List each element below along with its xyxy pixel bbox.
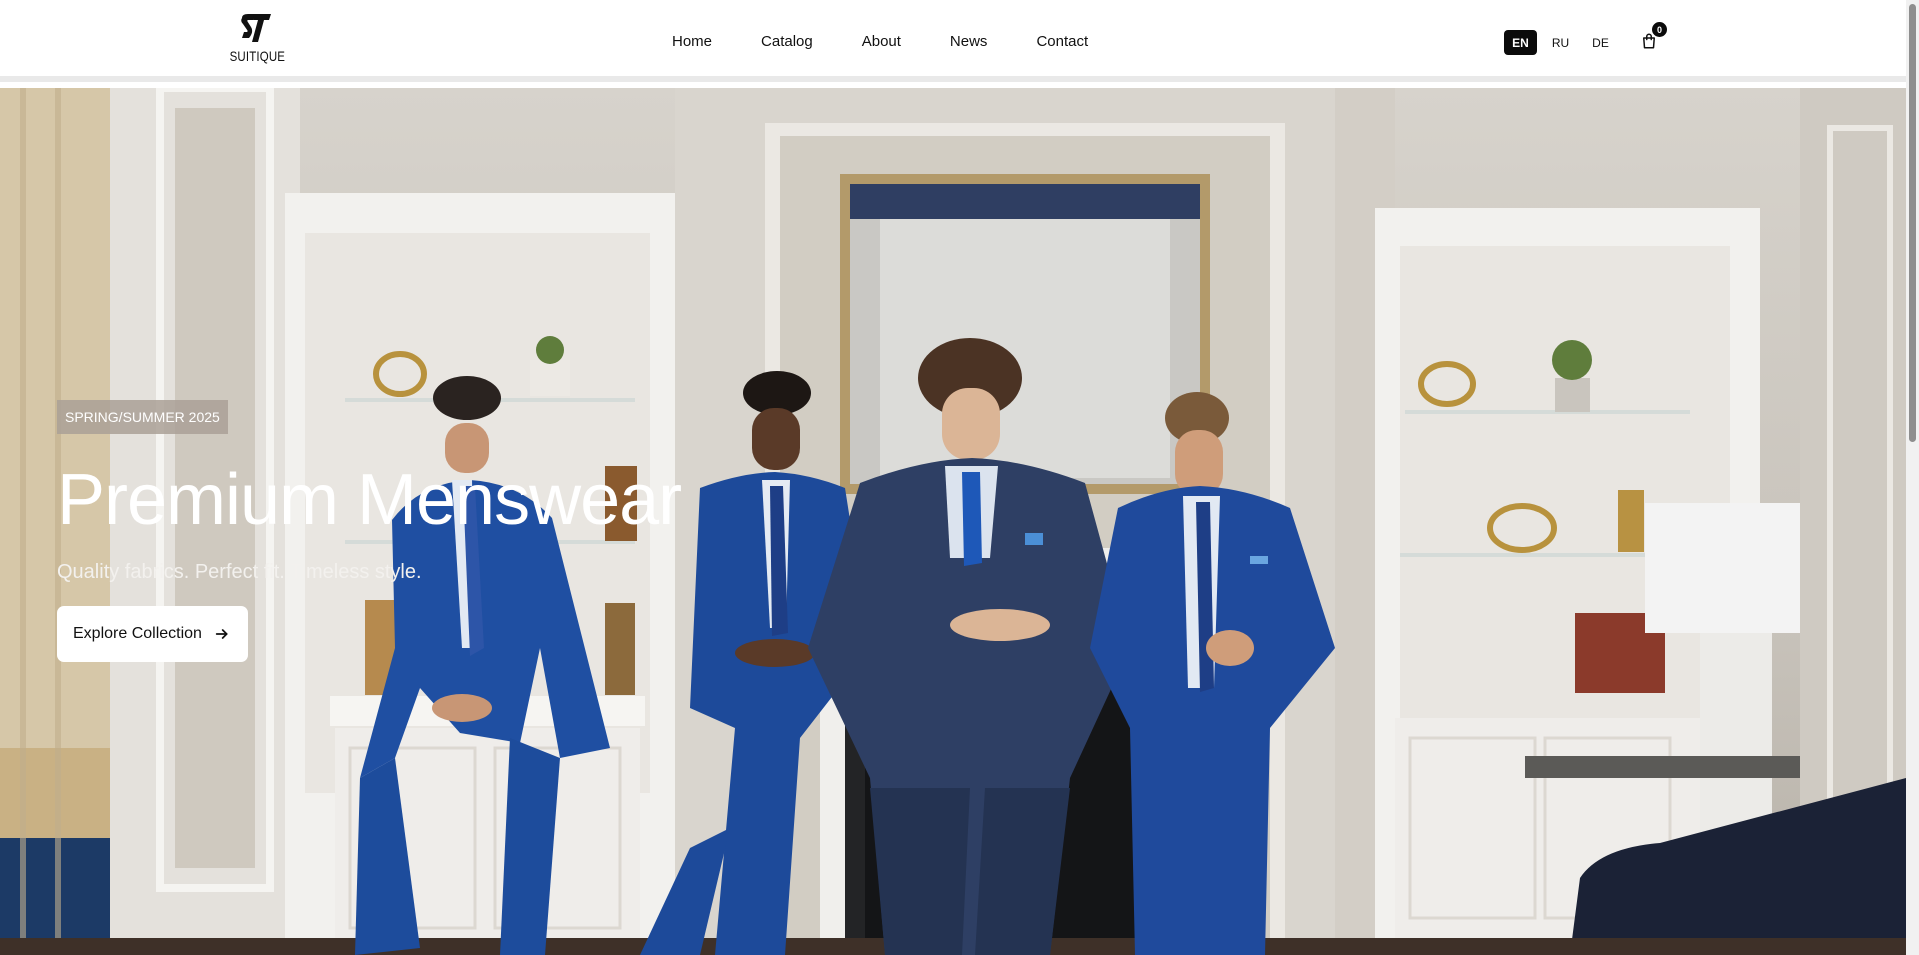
cart-count-badge: 0 [1652,22,1667,37]
brand-logo[interactable]: SUITIQUE [224,12,286,68]
lang-ru[interactable]: RU [1544,30,1577,55]
scrollbar-thumb[interactable] [1909,4,1916,442]
lang-en[interactable]: EN [1504,30,1537,55]
hero-title: Premium Menswear [57,460,682,540]
hero-subtitle: Quality fabrics. Perfect fit. Timeless s… [57,561,422,583]
logo-mark-icon [241,14,271,42]
page-scrollbar[interactable] [1906,0,1919,955]
language-switcher: EN RU DE [1504,30,1624,55]
nav-catalog[interactable]: Catalog [761,25,813,58]
brand-name: SUITIQUE [229,48,286,64]
lang-de[interactable]: DE [1584,30,1617,55]
cta-label: Explore Collection [73,625,202,642]
explore-collection-button[interactable]: Explore Collection [57,606,248,662]
hero-section: SPRING/SUMMER 2025 Premium Menswear Qual… [0,88,1906,955]
cart-button[interactable]: 0 [1640,22,1667,52]
nav-news[interactable]: News [950,25,988,58]
main-nav: Home Catalog About News Contact [672,0,1088,82]
arrow-right-icon [215,629,228,639]
season-badge: SPRING/SUMMER 2025 [57,400,228,434]
site-header: SUITIQUE Home Catalog About News Contact… [0,0,1906,82]
hero-content: SPRING/SUMMER 2025 Premium Menswear Qual… [57,400,682,662]
nav-home[interactable]: Home [672,25,712,58]
nav-contact[interactable]: Contact [1036,25,1088,58]
nav-about[interactable]: About [862,25,901,58]
